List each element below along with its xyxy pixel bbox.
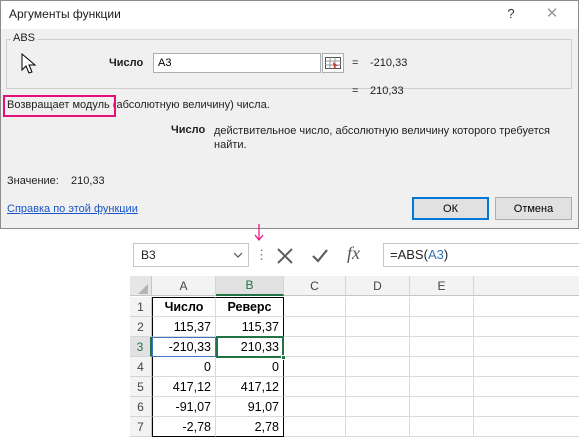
chevron-down-icon[interactable] bbox=[233, 252, 243, 258]
column-header-b[interactable]: B bbox=[216, 276, 284, 296]
down-arrow-icon bbox=[254, 224, 264, 241]
cell-f3[interactable] bbox=[474, 337, 579, 357]
row-header-3[interactable]: 3 bbox=[130, 337, 152, 357]
cell-d4[interactable] bbox=[346, 357, 410, 377]
cell-e2[interactable] bbox=[410, 317, 474, 337]
formula-prefix: =ABS( bbox=[390, 247, 428, 262]
cell-f2[interactable] bbox=[474, 317, 579, 337]
name-box[interactable]: B3 bbox=[133, 243, 249, 267]
cell-e4[interactable] bbox=[410, 357, 474, 377]
column-header-e[interactable]: E bbox=[410, 276, 474, 296]
ok-button[interactable]: ОК bbox=[412, 197, 489, 220]
value-label: Значение: bbox=[7, 175, 59, 187]
result-value: 210,33 bbox=[370, 85, 404, 97]
enter-formula-icon[interactable] bbox=[311, 247, 329, 265]
fill-handle[interactable] bbox=[281, 355, 286, 360]
column-header-c[interactable]: C bbox=[284, 276, 346, 296]
cell-c2[interactable] bbox=[284, 317, 346, 337]
cell-a4[interactable]: 0 bbox=[152, 357, 216, 377]
argument-equals: = bbox=[352, 57, 359, 69]
cell-e7[interactable] bbox=[410, 417, 474, 437]
cell-f5[interactable] bbox=[474, 377, 579, 397]
formula-bar-grip[interactable]: ⋮ bbox=[255, 245, 268, 265]
argument-input[interactable] bbox=[153, 53, 321, 73]
insert-function-icon[interactable]: fx bbox=[347, 243, 360, 264]
cell-b6[interactable]: 91,07 bbox=[216, 397, 284, 417]
cell-a7[interactable]: -2,78 bbox=[152, 417, 216, 437]
cell-b3[interactable]: 210,33 bbox=[216, 337, 284, 357]
argument-label: Число bbox=[109, 57, 144, 69]
row-header-2[interactable]: 2 bbox=[130, 317, 152, 337]
cell-c4[interactable] bbox=[284, 357, 346, 377]
column-header-d[interactable]: D bbox=[346, 276, 410, 296]
cell-a3[interactable]: -210,33 bbox=[152, 337, 216, 357]
row-header-1[interactable]: 1 bbox=[130, 297, 152, 317]
dialog-titlebar: Аргументы функции ? ✕ bbox=[1, 1, 578, 29]
cell-b4[interactable]: 0 bbox=[216, 357, 284, 377]
range-select-icon bbox=[325, 57, 341, 69]
cell-c5[interactable] bbox=[284, 377, 346, 397]
cell-d7[interactable] bbox=[346, 417, 410, 437]
cell-b2[interactable]: 115,37 bbox=[216, 317, 284, 337]
cell-f4[interactable] bbox=[474, 357, 579, 377]
column-header-blank bbox=[474, 276, 579, 296]
cell-c3[interactable] bbox=[284, 337, 346, 357]
cell-d2[interactable] bbox=[346, 317, 410, 337]
argument-description-name: Число bbox=[171, 124, 206, 136]
formula-reference: A3 bbox=[427, 247, 444, 262]
row-header-5[interactable]: 5 bbox=[130, 377, 152, 397]
cell-d6[interactable] bbox=[346, 397, 410, 417]
cell-b7[interactable]: 2,78 bbox=[216, 417, 284, 437]
cell-c7[interactable] bbox=[284, 417, 346, 437]
formula-suffix: ) bbox=[443, 247, 449, 262]
dialog-title: Аргументы функции bbox=[9, 7, 121, 21]
cell-a1[interactable]: Число bbox=[152, 297, 216, 317]
cell-a2[interactable]: 115,37 bbox=[152, 317, 216, 337]
cancel-formula-icon[interactable] bbox=[276, 247, 294, 265]
cell-c6[interactable] bbox=[284, 397, 346, 417]
cell-a5[interactable]: 417,12 bbox=[152, 377, 216, 397]
cell-b5[interactable]: 417,12 bbox=[216, 377, 284, 397]
cancel-button[interactable]: Отмена bbox=[495, 197, 572, 220]
argument-description-text: действительное число, абсолютную величин… bbox=[214, 125, 550, 151]
cell-e1[interactable] bbox=[410, 297, 474, 317]
select-all-icon bbox=[138, 284, 148, 294]
argument-evaluated-value: -210,33 bbox=[370, 57, 408, 69]
cell-a6[interactable]: -91,07 bbox=[152, 397, 216, 417]
cell-b1[interactable]: Реверс bbox=[216, 297, 284, 317]
result-equals: = bbox=[352, 85, 359, 97]
row-header-7[interactable]: 7 bbox=[130, 417, 152, 437]
cell-f1[interactable] bbox=[474, 297, 579, 317]
cell-d1[interactable] bbox=[346, 297, 410, 317]
cell-d3[interactable] bbox=[346, 337, 410, 357]
highlight-box bbox=[3, 95, 116, 117]
column-header-a[interactable]: A bbox=[152, 276, 216, 296]
value-result: 210,33 bbox=[71, 175, 105, 187]
mouse-cursor-icon bbox=[21, 53, 37, 74]
collapse-dialog-button[interactable] bbox=[322, 53, 344, 73]
cell-e5[interactable] bbox=[410, 377, 474, 397]
row-header-6[interactable]: 6 bbox=[130, 397, 152, 417]
formula-input[interactable]: =ABS(A3) bbox=[383, 243, 579, 267]
row-header-4[interactable]: 4 bbox=[130, 357, 152, 377]
cell-f7[interactable] bbox=[474, 417, 579, 437]
function-help-link[interactable]: Справка по этой функции bbox=[7, 203, 138, 215]
cell-e6[interactable] bbox=[410, 397, 474, 417]
cell-c1[interactable] bbox=[284, 297, 346, 317]
cell-f6[interactable] bbox=[474, 397, 579, 417]
help-icon[interactable]: ? bbox=[504, 6, 518, 21]
function-name: ABS bbox=[11, 32, 38, 44]
cell-d5[interactable] bbox=[346, 377, 410, 397]
close-icon[interactable]: ✕ bbox=[542, 4, 562, 22]
cell-e3[interactable] bbox=[410, 337, 474, 357]
